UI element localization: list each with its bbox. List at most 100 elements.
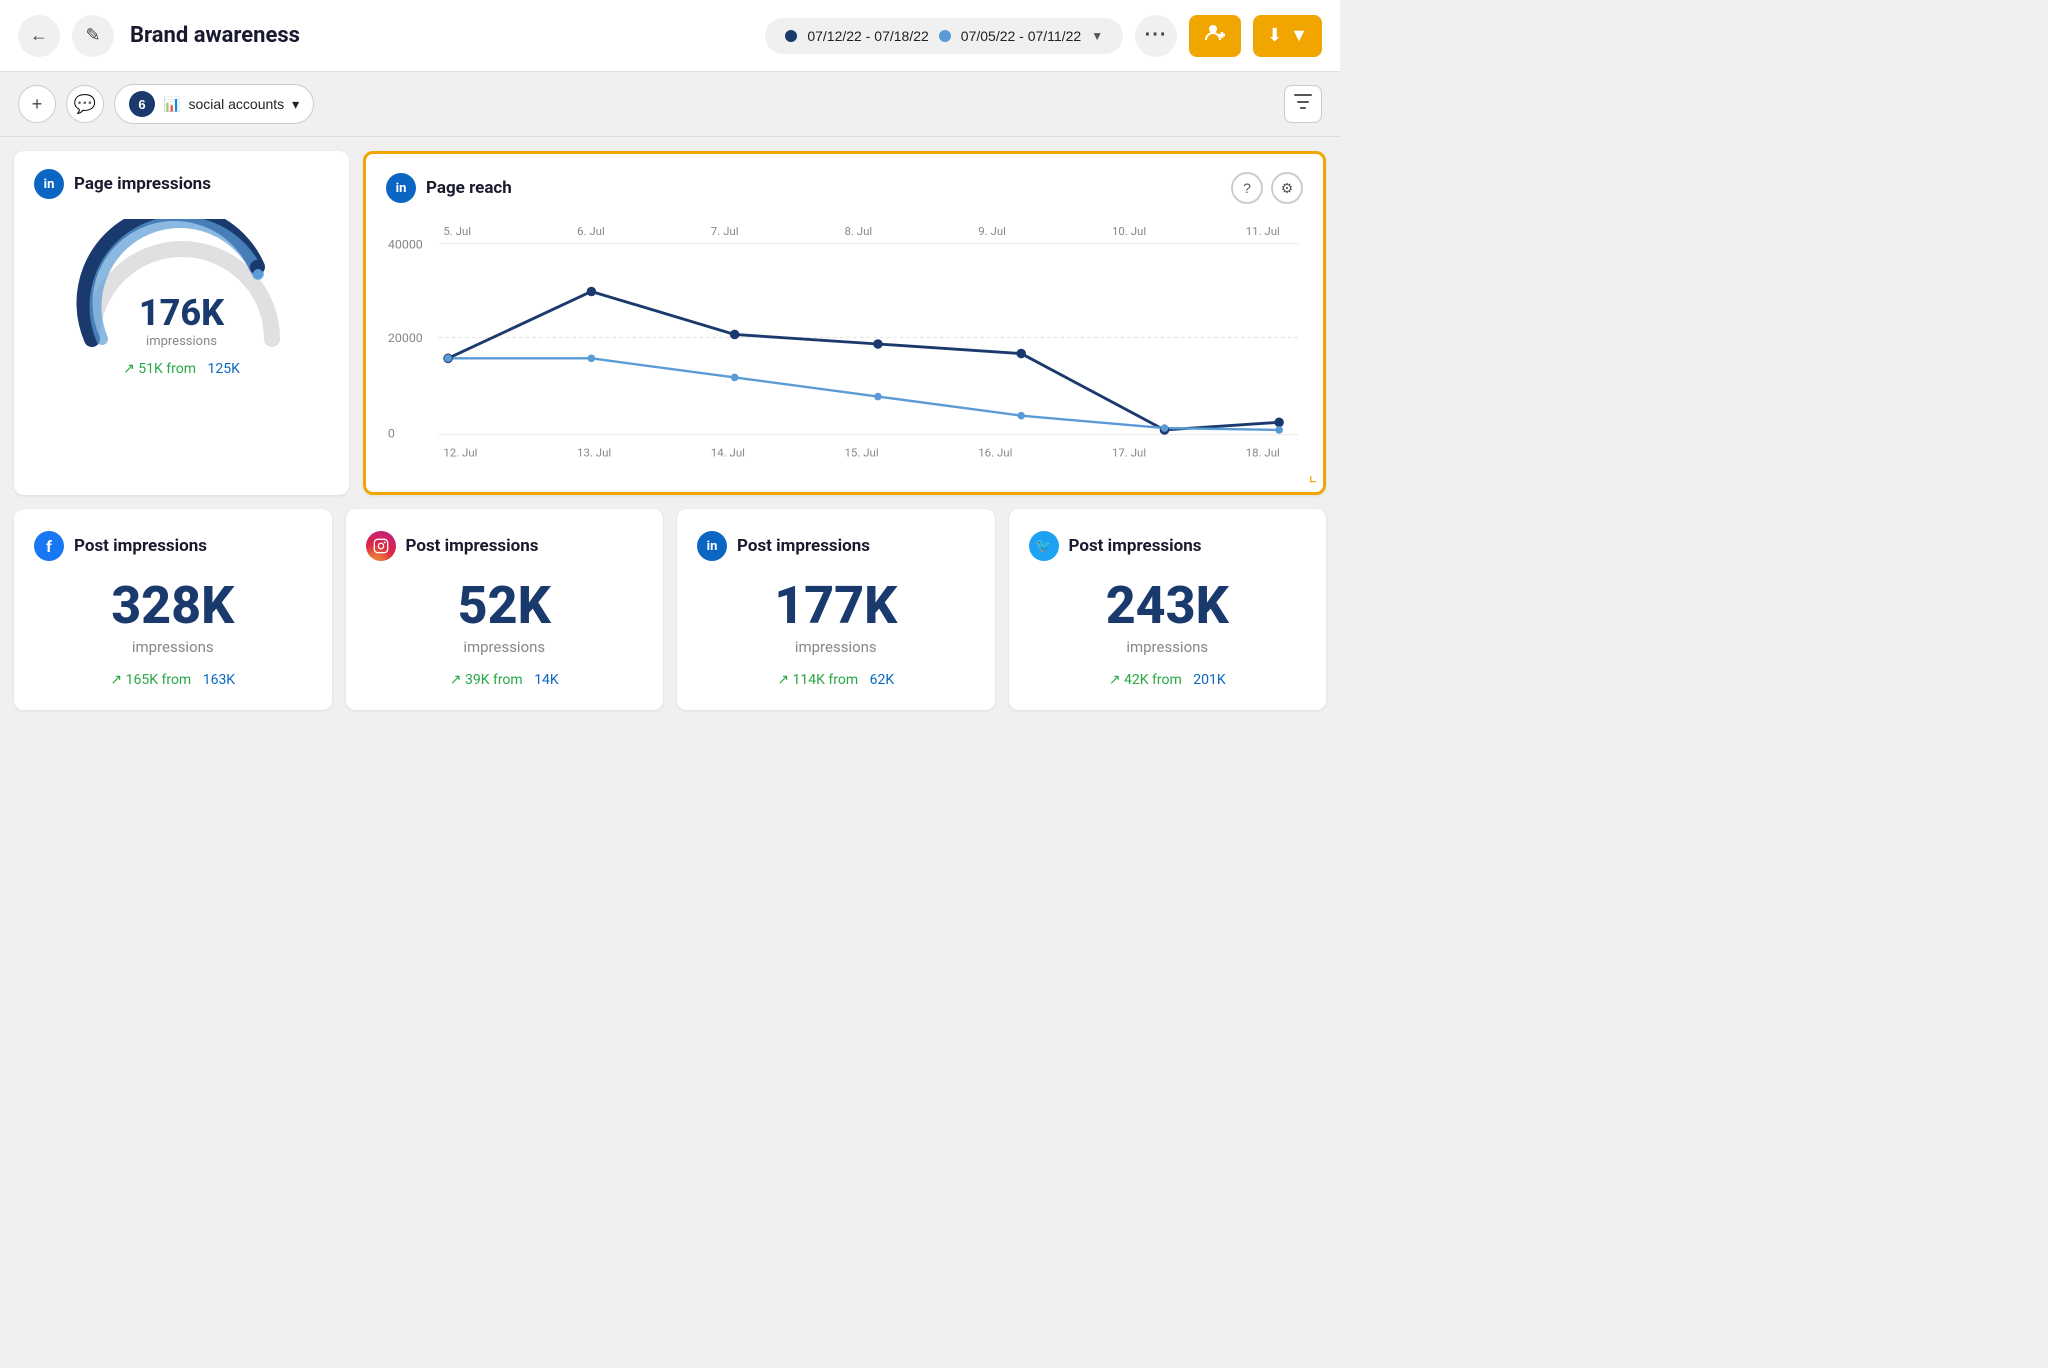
linkedin-icon-post: in [697, 531, 727, 561]
gauge-svg: 176K impressions [72, 219, 292, 349]
change-arrow: ↗ 51K from [123, 361, 196, 377]
svg-text:6. Jul: 6. Jul [577, 224, 605, 238]
tw-from-value: 201K [1193, 672, 1225, 688]
add-user-icon [1204, 22, 1226, 50]
date-chevron-icon: ▼ [1091, 29, 1103, 43]
li-card-title: Post impressions [737, 536, 870, 556]
svg-text:17. Jul: 17. Jul [1112, 446, 1146, 460]
back-button[interactable]: ← [18, 15, 60, 57]
bar-chart-icon: 📊 [163, 96, 180, 113]
svg-text:0: 0 [388, 427, 395, 442]
page-title: Brand awareness [130, 23, 753, 48]
more-icon: ··· [1145, 24, 1168, 47]
question-icon: ? [1243, 180, 1251, 196]
chart-actions: ? ⚙ [1231, 172, 1303, 204]
svg-text:12. Jul: 12. Jul [443, 446, 477, 460]
help-button[interactable]: ? [1231, 172, 1263, 204]
subheader: + 💬 6 📊 social accounts ▾ [0, 72, 1340, 137]
gauge-change: ↗ 51K from 125K [123, 361, 240, 377]
download-chevron-icon: ▼ [1290, 25, 1308, 46]
svg-text:14. Jul: 14. Jul [711, 446, 745, 460]
fb-metric-label: impressions [132, 638, 214, 656]
more-button[interactable]: ··· [1135, 15, 1177, 57]
facebook-post-impressions-card: f Post impressions 328K impressions ↗ 16… [14, 509, 332, 710]
comment-icon: 💬 [74, 94, 96, 115]
back-icon: ← [30, 25, 48, 46]
ig-card-header: Post impressions [366, 531, 644, 561]
settings-button[interactable]: ⚙ [1271, 172, 1303, 204]
fb-card-header: f Post impressions [34, 531, 312, 561]
svg-text:5. Jul: 5. Jul [443, 224, 471, 238]
primary-date-label: 07/12/22 - 07/18/22 [807, 28, 928, 44]
ig-metric-label: impressions [463, 638, 545, 656]
svg-text:9. Jul: 9. Jul [978, 224, 1006, 238]
svg-text:18. Jul: 18. Jul [1246, 446, 1280, 460]
filter-icon [1294, 94, 1312, 115]
social-accounts-label: social accounts [188, 96, 284, 112]
instagram-icon [366, 531, 396, 561]
add-widget-button[interactable]: + [18, 85, 56, 123]
secondary-date-label: 07/05/22 - 07/11/22 [961, 28, 1081, 44]
download-button[interactable]: ⬇ ▼ [1253, 15, 1322, 57]
main-grid: in Page impressions 176K [0, 137, 1340, 724]
linkedin-icon-reach: in [386, 173, 416, 203]
li-change-text: ↗ 114K from [777, 672, 858, 688]
svg-text:10. Jul: 10. Jul [1112, 224, 1146, 238]
chart-corner-mark: ⌞ [1309, 465, 1317, 486]
fb-change-text: ↗ 165K from [110, 672, 191, 688]
tw-change-text: ↗ 42K from [1109, 672, 1182, 688]
download-icon: ⬇ [1267, 25, 1282, 46]
linkedin-post-impressions-card: in Post impressions 177K impressions ↗ 1… [677, 509, 995, 710]
tw-change-row: ↗ 42K from 201K [1109, 672, 1226, 688]
secondary-date-dot [939, 30, 951, 42]
svg-text:16. Jul: 16. Jul [978, 446, 1012, 460]
svg-text:20000: 20000 [388, 331, 423, 346]
twitter-post-impressions-card: 🐦 Post impressions 243K impressions ↗ 42… [1009, 509, 1327, 710]
instagram-post-impressions-card: Post impressions 52K impressions ↗ 39K f… [346, 509, 664, 710]
li-from-value: 62K [870, 672, 895, 688]
li-card-header: in Post impressions [697, 531, 975, 561]
svg-text:11. Jul: 11. Jul [1246, 224, 1280, 238]
social-chevron-icon: ▾ [292, 96, 299, 113]
facebook-icon: f [34, 531, 64, 561]
tw-card-title: Post impressions [1069, 536, 1202, 556]
social-accounts-button[interactable]: 6 📊 social accounts ▾ [114, 84, 314, 124]
plus-icon: + [32, 94, 43, 115]
chart-header: in Page reach ? ⚙ [386, 172, 1303, 204]
page-reach-title: Page reach [426, 178, 512, 198]
fb-big-number: 328K [111, 577, 234, 634]
page-impressions-title-row: in Page impressions [34, 169, 329, 199]
gauge-container: 176K impressions ↗ 51K from 125K [34, 209, 329, 387]
filter-button[interactable] [1284, 85, 1322, 123]
svg-text:13. Jul: 13. Jul [577, 446, 611, 460]
svg-text:15. Jul: 15. Jul [845, 446, 879, 460]
chart-area: 40000 20000 0 5. Jul 6. Jul 7. Jul 8. Ju… [386, 214, 1303, 474]
ig-big-number: 52K [458, 577, 551, 634]
add-user-button[interactable] [1189, 15, 1241, 57]
social-count-badge: 6 [129, 91, 155, 117]
change-from-value: 125K [208, 361, 240, 377]
date-range-button[interactable]: 07/12/22 - 07/18/22 07/05/22 - 07/11/22 … [765, 18, 1123, 54]
comment-button[interactable]: 💬 [66, 85, 104, 123]
svg-text:7. Jul: 7. Jul [711, 224, 739, 238]
svg-text:8. Jul: 8. Jul [845, 224, 873, 238]
tw-metric-label: impressions [1126, 638, 1208, 656]
fb-from-value: 163K [203, 672, 235, 688]
page-impressions-title: Page impressions [74, 174, 211, 194]
ig-card-title: Post impressions [406, 536, 539, 556]
li-metric-label: impressions [795, 638, 877, 656]
edit-button[interactable]: ✎ [72, 15, 114, 57]
bottom-cards-row: f Post impressions 328K impressions ↗ 16… [14, 509, 1326, 710]
gauge-unit: impressions [139, 334, 224, 349]
edit-icon: ✎ [85, 25, 100, 46]
fb-change-row: ↗ 165K from 163K [110, 672, 235, 688]
page-impressions-card: in Page impressions 176K [14, 151, 349, 495]
fb-card-title: Post impressions [74, 536, 207, 556]
twitter-icon: 🐦 [1029, 531, 1059, 561]
ig-from-value: 14K [534, 672, 559, 688]
li-big-number: 177K [774, 577, 897, 634]
li-change-row: ↗ 114K from 62K [777, 672, 894, 688]
primary-date-dot [785, 30, 797, 42]
page-reach-card: in Page reach ? ⚙ 40000 20000 0 [363, 151, 1326, 495]
gauge-value: 176K [139, 292, 224, 334]
